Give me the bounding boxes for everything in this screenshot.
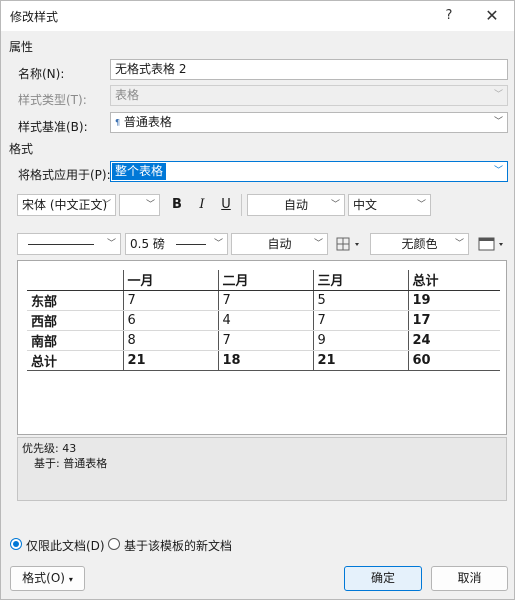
based-on-label: 样式基准(B):: [18, 120, 88, 134]
line-weight-icon: [176, 244, 206, 245]
table-cell: 19: [407, 290, 500, 311]
underline-button[interactable]: U: [215, 194, 237, 216]
based-on-text: 基于: 普通表格: [34, 457, 108, 470]
table-style-button[interactable]: [475, 233, 509, 255]
chevron-down-icon: ﹀: [454, 239, 464, 249]
apply-to-value: 整个表格: [112, 163, 167, 180]
chevron-down-icon: ﹀: [213, 239, 223, 249]
priority-text: 优先级: 43: [22, 442, 77, 455]
table-cell: 4: [217, 310, 313, 331]
based-on-value: 普通表格: [123, 115, 172, 129]
style-type-value: 表格: [115, 88, 140, 102]
line-style-icon: [28, 244, 94, 245]
style-preview: 一月 二月 三月 总计 东部 7 7 5 19 西部 6 4 7 17 南部 8…: [17, 260, 507, 435]
name-label: 名称(N):: [18, 67, 65, 81]
close-button[interactable]: ✕: [479, 5, 505, 27]
apply-to-select[interactable]: 整个表格 ﹀: [110, 161, 508, 182]
window-title: 修改样式: [10, 10, 59, 24]
new-documents-radio[interactable]: [108, 538, 120, 550]
chevron-down-icon: ﹀: [493, 90, 503, 100]
chevron-down-icon: ﹀: [106, 239, 116, 249]
chevron-down-icon: ﹀: [493, 166, 503, 176]
table-row: 南部 8 7 9 24: [27, 330, 500, 351]
this-document-radio[interactable]: [10, 538, 22, 550]
table-cell: 二月: [217, 270, 313, 291]
table-cell: 60: [407, 350, 500, 371]
paragraph-icon: ¶: [115, 118, 121, 127]
table-row: 一月 二月 三月 总计: [27, 270, 500, 291]
ok-button[interactable]: 确定: [344, 566, 422, 591]
chevron-down-icon: ﹀: [145, 200, 155, 210]
new-documents-label[interactable]: 基于该模板的新文档: [124, 537, 232, 554]
table-cell: [27, 270, 123, 291]
font-color-value: 自动: [283, 198, 308, 212]
toolbar-divider: [241, 194, 242, 216]
table-cell: 21: [122, 350, 218, 371]
format-button-label: 格式(O): [22, 571, 65, 585]
title-bar: 修改样式 ? ✕: [1, 1, 514, 31]
table-cell: 9: [312, 330, 408, 351]
table-cell: 18: [217, 350, 313, 371]
cancel-button[interactable]: 取消: [431, 566, 508, 591]
font-size-select[interactable]: ﹀: [119, 194, 160, 216]
script-select[interactable]: 中文 ﹀: [348, 194, 431, 216]
font-name-select[interactable]: 宋体 (中文正文) ﹀: [17, 194, 116, 216]
bold-button[interactable]: B: [166, 194, 188, 216]
table-row: 总计 21 18 21 60: [27, 350, 500, 371]
table-cell: 6: [122, 310, 218, 331]
table-cell: 7: [217, 330, 313, 351]
border-weight-value: 0.5 磅: [130, 237, 165, 251]
table-cell: 24: [407, 330, 500, 351]
font-color-select[interactable]: 自动 ﹀: [247, 194, 345, 216]
border-color-select[interactable]: 自动 ﹀: [231, 233, 328, 255]
border-style-select[interactable]: ﹀: [17, 233, 121, 255]
apply-to-label: 将格式应用于(P):: [18, 168, 111, 182]
help-button[interactable]: ?: [437, 5, 461, 27]
style-type-select[interactable]: 表格 ﹀: [110, 85, 508, 106]
chevron-down-icon: ﹀: [101, 200, 111, 210]
this-document-label[interactable]: 仅限此文档(D): [26, 537, 105, 554]
italic-button[interactable]: I: [191, 194, 213, 216]
table-cell: 17: [407, 310, 500, 331]
caret-down-icon: ▾: [68, 575, 73, 584]
script-value: 中文: [353, 198, 378, 212]
border-weight-select[interactable]: 0.5 磅 ﹀: [125, 233, 228, 255]
borders-button[interactable]: [332, 233, 366, 255]
table-cell: 7: [122, 290, 218, 311]
based-on-select[interactable]: ¶ 普通表格 ﹀: [110, 112, 508, 133]
table-cell: 21: [312, 350, 408, 371]
preview-table: 一月 二月 三月 总计 东部 7 7 5 19 西部 6 4 7 17 南部 8…: [27, 270, 500, 371]
table-cell: 南部: [27, 330, 123, 351]
table-cell: 一月: [122, 270, 218, 291]
shading-select[interactable]: 无颜色 ﹀: [370, 233, 469, 255]
table-cell: 8: [122, 330, 218, 351]
font-name-value: 宋体 (中文正文): [22, 198, 108, 212]
shading-value: 无颜色: [401, 237, 438, 251]
borders-icon: [336, 237, 359, 251]
chevron-down-icon: ﹀: [416, 200, 426, 210]
table-cell: 西部: [27, 310, 123, 331]
chevron-down-icon: ﹀: [330, 200, 340, 210]
table-cell: 7: [312, 310, 408, 331]
table-cell: 东部: [27, 290, 123, 311]
format-section-title: 格式: [9, 142, 34, 156]
table-cell: 总计: [27, 350, 123, 371]
chevron-down-icon: ﹀: [493, 117, 503, 127]
table-cell: 总计: [407, 270, 500, 291]
table-cell: 5: [312, 290, 408, 311]
modify-style-dialog: 修改样式 ? ✕ 属性 名称(N): 无格式表格 2 样式类型(T): 表格 ﹀…: [0, 0, 515, 600]
properties-section-title: 属性: [9, 40, 34, 54]
table-layout-icon: [478, 237, 503, 251]
table-cell: 三月: [312, 270, 408, 291]
style-description: 优先级: 43 基于: 普通表格: [17, 437, 507, 501]
table-cell: 7: [217, 290, 313, 311]
border-color-value: 自动: [267, 237, 292, 251]
name-input-value: 无格式表格 2: [115, 62, 187, 76]
format-menu-button[interactable]: 格式(O) ▾: [10, 566, 85, 591]
table-row: 东部 7 7 5 19: [27, 290, 500, 311]
table-row: 西部 6 4 7 17: [27, 310, 500, 331]
chevron-down-icon: ﹀: [313, 239, 323, 249]
style-type-label: 样式类型(T):: [18, 93, 87, 107]
name-input[interactable]: 无格式表格 2: [110, 59, 508, 80]
